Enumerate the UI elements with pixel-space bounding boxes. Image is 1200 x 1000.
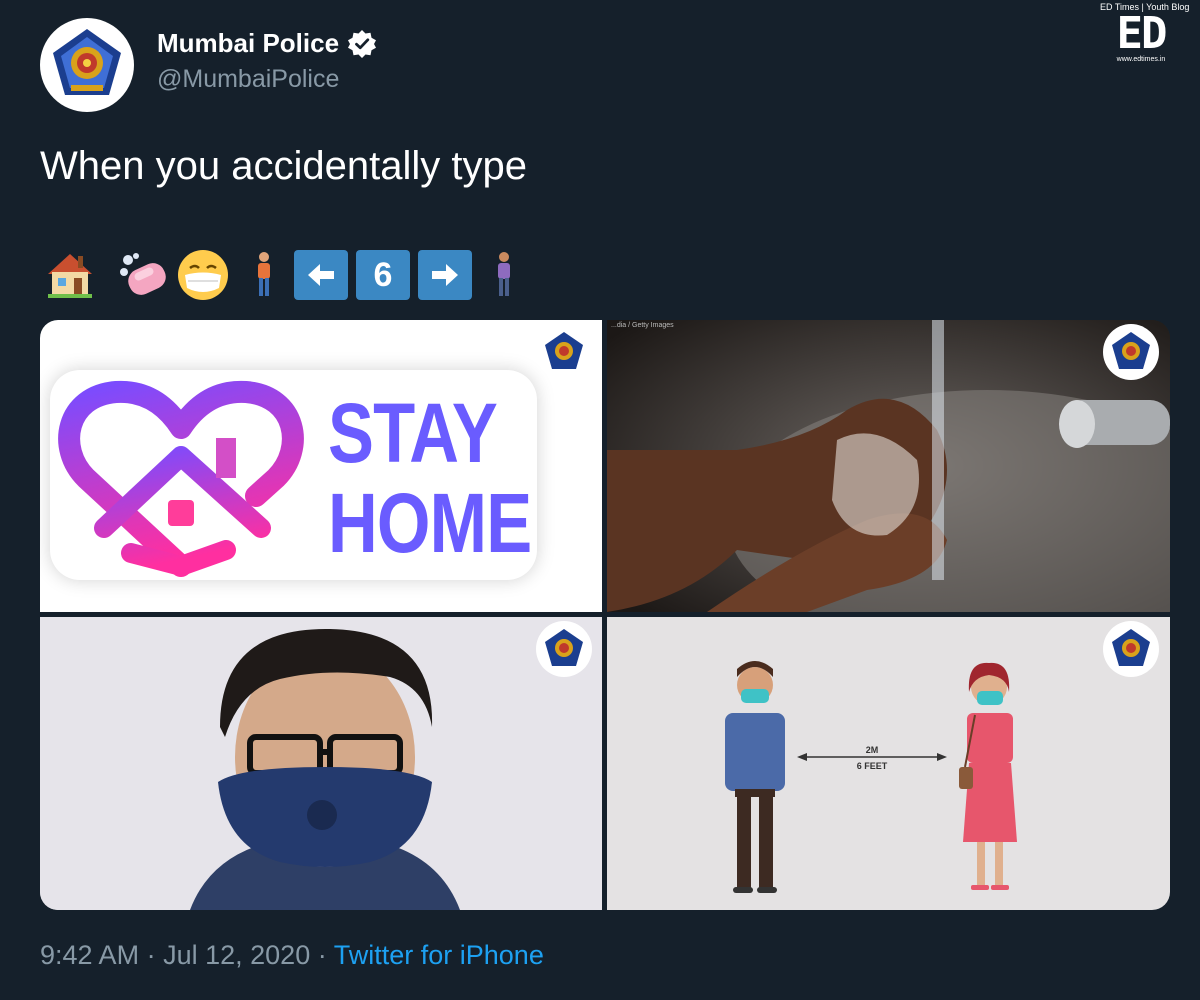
emblem-icon [545, 629, 583, 666]
police-badge-icon [536, 324, 592, 380]
distance-label-feet: 6 FEET [832, 761, 912, 771]
tweet-time[interactable]: 9:42 AM [40, 940, 139, 970]
watermark-url: www.edtimes.in [1116, 56, 1166, 63]
stay-home-line1: STAY [328, 386, 498, 480]
separator: · [146, 940, 156, 970]
verified-badge-icon [348, 29, 377, 58]
emblem-icon [1112, 629, 1150, 666]
police-badge-icon [1103, 621, 1159, 677]
heart-house-icon [58, 380, 304, 577]
display-name[interactable]: Mumbai Police [157, 28, 339, 59]
house-icon [48, 254, 92, 298]
author-info: Mumbai Police @MumbaiPolice [157, 28, 377, 94]
handwash-photo [607, 320, 1170, 612]
person-icon [258, 252, 270, 296]
police-badge-icon [536, 621, 592, 677]
distance-feet: 6 FEET [856, 761, 888, 771]
emblem-icon [1112, 332, 1150, 369]
media-grid: STAY HOME ...dia / Getty Images 2M 6 FEE… [40, 320, 1170, 910]
mask-photo-image[interactable] [40, 617, 602, 910]
left-arrow-key [294, 250, 348, 300]
user-handle[interactable]: @MumbaiPolice [157, 65, 377, 94]
handwash-image[interactable]: ...dia / Getty Images [607, 320, 1170, 612]
emoji-row: 6 [44, 248, 514, 302]
masked-man-photo [40, 617, 602, 910]
stay-home-image[interactable]: STAY HOME [40, 320, 602, 612]
arrow-left-icon [308, 264, 334, 286]
arrow-right-icon [432, 264, 458, 286]
distance-label: 2M [832, 745, 912, 755]
mask-face-icon [178, 250, 228, 300]
police-badge-icon [1103, 324, 1159, 380]
stay-home-line2: HOME [328, 476, 532, 570]
person-icon [498, 252, 510, 296]
edtimes-watermark: ED Times | Youth Blog ED www.edtimes.in [1100, 2, 1189, 63]
watermark-logo: ED [1116, 8, 1168, 59]
display-name-row[interactable]: Mumbai Police [157, 28, 377, 59]
emblem-icon [545, 332, 583, 369]
avatar[interactable] [40, 18, 134, 112]
mumbai-police-emblem-icon [53, 29, 121, 95]
stay-home-text: STAY HOME [328, 386, 532, 570]
tweet-footer: 9:42 AM · Jul 12, 2020 · Twitter for iPh… [40, 940, 544, 971]
separator: · [317, 940, 327, 970]
soap-icon [120, 253, 166, 295]
tweet-date[interactable]: Jul 12, 2020 [163, 940, 310, 970]
tweet-text: When you accidentally type [40, 144, 527, 188]
image-credit: ...dia / Getty Images [611, 322, 674, 329]
right-arrow-key [418, 250, 472, 300]
keycap-number: 6 [356, 250, 410, 300]
distance-meters: 2M [865, 745, 879, 755]
social-distance-image[interactable]: 2M 6 FEET [607, 617, 1170, 910]
tweet-source-link[interactable]: Twitter for iPhone [334, 940, 544, 970]
